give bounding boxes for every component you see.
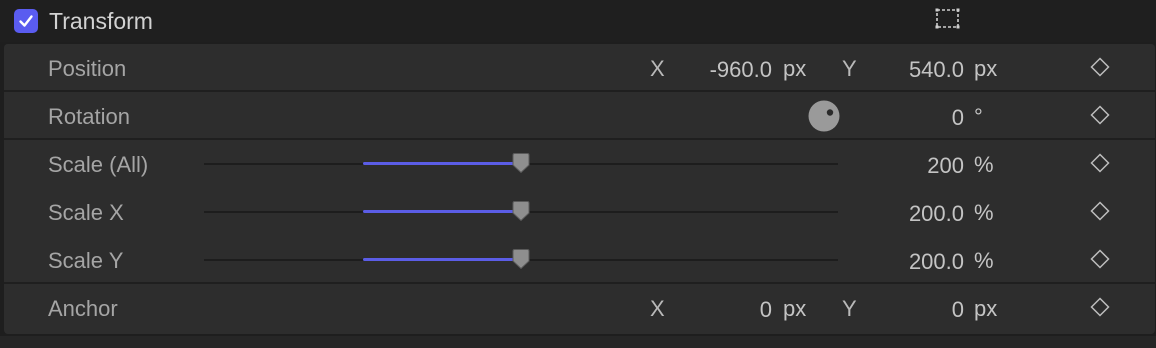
- keyframe-diamond-icon[interactable]: [1090, 57, 1110, 77]
- scale-x-label: Scale X: [48, 200, 124, 225]
- scale-all-slider[interactable]: [204, 153, 838, 173]
- scale-y-slider[interactable]: [204, 249, 838, 269]
- section-title: Transform: [49, 8, 153, 34]
- panel-footer: [0, 336, 1156, 348]
- anchor-x-unit: px: [783, 296, 807, 321]
- scale-x-slider[interactable]: [204, 201, 838, 221]
- position-y-unit: px: [974, 56, 998, 81]
- scale-all-label: Scale (All): [48, 152, 149, 177]
- slider-fill: [362, 210, 521, 213]
- scale-y-row: Scale Y 200.0 %: [4, 236, 1155, 284]
- scale-y-unit: %: [974, 248, 994, 273]
- anchor-y-value[interactable]: 0: [884, 297, 964, 323]
- position-x-value[interactable]: -960.0: [684, 57, 772, 83]
- position-y-axis-label: Y: [842, 56, 857, 81]
- position-x-axis-label: X: [650, 56, 665, 81]
- rotation-value[interactable]: 0: [904, 105, 964, 131]
- keyframe-diamond-icon[interactable]: [1090, 249, 1110, 269]
- checkmark-icon: [19, 15, 33, 27]
- position-row: Position X -960.0 px Y 540.0 px: [4, 44, 1155, 92]
- slider-fill: [362, 162, 521, 165]
- scale-all-value[interactable]: 200: [884, 153, 964, 179]
- scale-x-unit: %: [974, 200, 994, 225]
- transform-overlay-icon[interactable]: [935, 8, 960, 29]
- rotation-row: Rotation 0 °: [4, 92, 1155, 140]
- slider-fill: [362, 258, 521, 261]
- anchor-x-axis-label: X: [650, 296, 665, 321]
- slider-thumb[interactable]: [512, 249, 530, 269]
- anchor-row: Anchor X 0 px Y 0 px: [4, 284, 1155, 330]
- anchor-label: Anchor: [48, 296, 118, 321]
- keyframe-diamond-icon[interactable]: [1090, 105, 1110, 125]
- position-x-unit: px: [783, 56, 807, 81]
- transform-header: Transform: [0, 0, 1156, 42]
- position-label: Position: [48, 56, 127, 81]
- slider-thumb[interactable]: [512, 201, 530, 221]
- anchor-x-value[interactable]: 0: [684, 297, 772, 323]
- keyframe-diamond-icon[interactable]: [1090, 153, 1110, 173]
- scale-all-row: Scale (All) 200 %: [4, 140, 1155, 186]
- rotation-dial-icon[interactable]: [808, 100, 840, 132]
- anchor-y-axis-label: Y: [842, 296, 857, 321]
- transform-enable-checkbox[interactable]: [14, 9, 38, 33]
- scale-x-row: Scale X 200.0 %: [4, 188, 1155, 234]
- keyframe-diamond-icon[interactable]: [1090, 297, 1110, 317]
- slider-thumb[interactable]: [512, 153, 530, 173]
- scale-all-unit: %: [974, 152, 994, 177]
- rotation-label: Rotation: [48, 104, 130, 129]
- transform-parameters-panel: Position X -960.0 px Y 540.0 px Rotation…: [4, 44, 1155, 334]
- rotation-unit: °: [974, 104, 983, 129]
- scale-y-label: Scale Y: [48, 248, 124, 273]
- scale-x-value[interactable]: 200.0: [884, 201, 964, 227]
- scale-y-value[interactable]: 200.0: [884, 249, 964, 275]
- keyframe-diamond-icon[interactable]: [1090, 201, 1110, 221]
- position-y-value[interactable]: 540.0: [884, 57, 964, 83]
- anchor-y-unit: px: [974, 296, 998, 321]
